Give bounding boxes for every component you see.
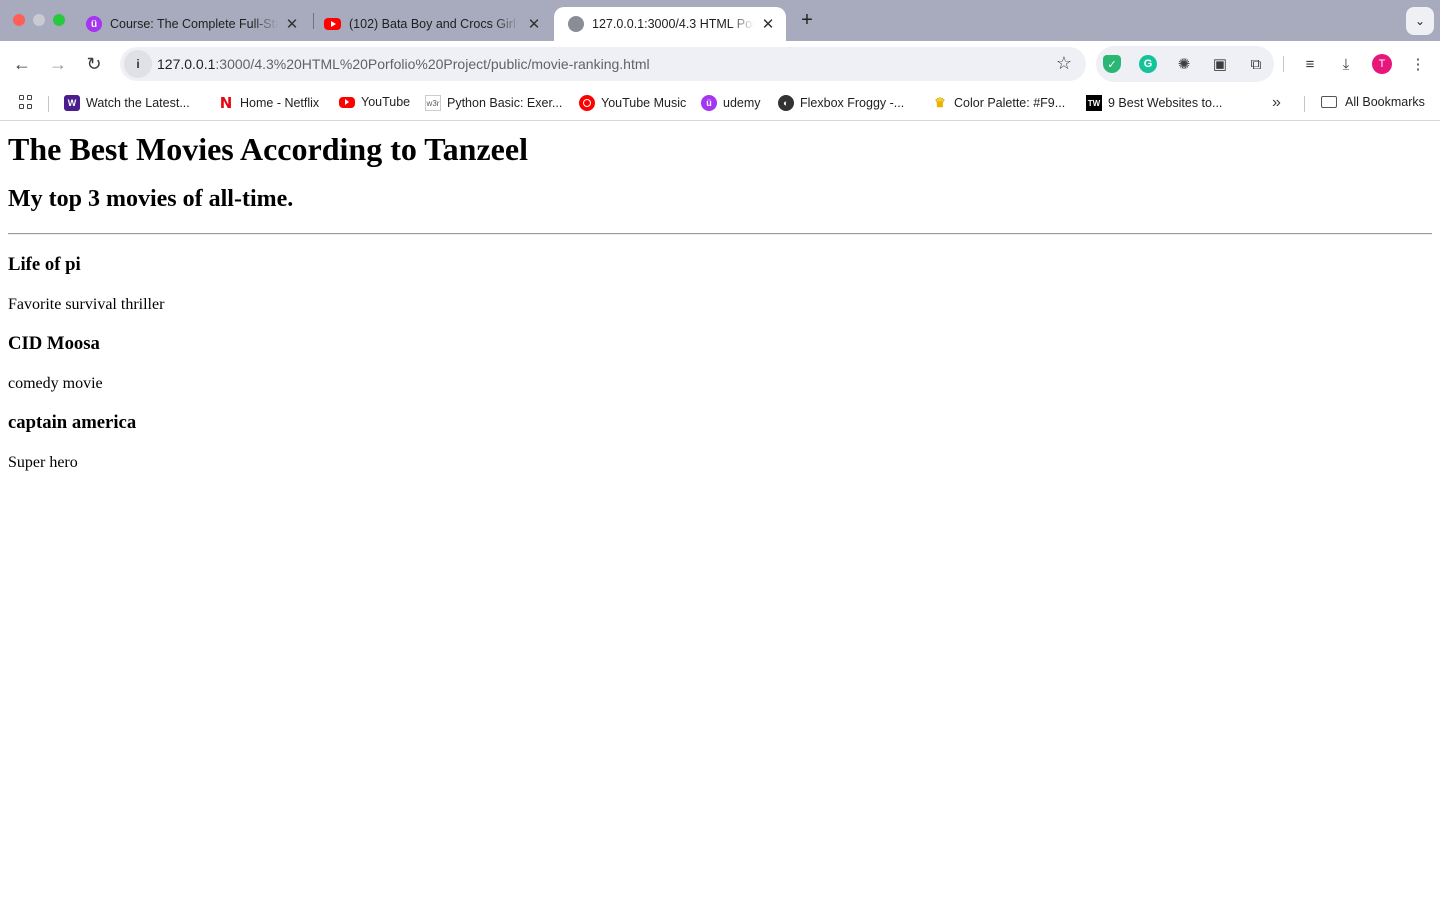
back-arrow-icon[interactable]: ← bbox=[9, 51, 35, 77]
bookmark-label: Watch the Latest... bbox=[86, 96, 190, 110]
tab-title: 127.0.0.1:3000/4.3 HTML Porfolio Project bbox=[592, 17, 754, 31]
froggy-icon: ◐ bbox=[778, 95, 794, 111]
bookmark-python-basic[interactable]: w3r Python Basic: Exer... bbox=[425, 95, 562, 111]
globe-icon bbox=[568, 16, 584, 32]
bookmark-label: Python Basic: Exer... bbox=[447, 96, 563, 110]
tw-icon: TW bbox=[1086, 95, 1102, 111]
movie-item: CID Moosa comedy movie bbox=[8, 333, 1432, 393]
media-control-icon[interactable]: ≡ bbox=[1299, 53, 1321, 75]
grammarly-icon[interactable]: G bbox=[1137, 53, 1159, 75]
bookmark-label: YouTube Music bbox=[601, 96, 687, 110]
tab-title: Course: The Complete Full-Stack Web Deve… bbox=[110, 17, 278, 31]
tab-strip: ü Course: The Complete Full-Stack Web De… bbox=[0, 0, 1440, 41]
window-minimize-button[interactable] bbox=[33, 14, 45, 26]
tab-youtube[interactable]: (102) Bata Boy and Crocs Girl ✕ bbox=[310, 7, 552, 41]
browser-toolbar: ← → ↻ i 127.0.0.1:3000/4.3%20HTML%20Porf… bbox=[0, 41, 1440, 86]
extensions-puzzle-icon[interactable]: ⧉ bbox=[1245, 53, 1267, 75]
page-subtitle: My top 3 movies of all-time. bbox=[8, 186, 294, 212]
bookmark-youtube-music[interactable]: YouTube Music bbox=[579, 95, 686, 111]
close-icon[interactable]: ✕ bbox=[760, 16, 776, 33]
movie-title: captain america bbox=[8, 412, 137, 433]
page-title: The Best Movies According to Tanzeel bbox=[8, 131, 528, 167]
apps-grid-icon[interactable] bbox=[18, 95, 38, 109]
bookmark-label: Flexbox Froggy -... bbox=[800, 96, 905, 110]
window-close-button[interactable] bbox=[13, 14, 25, 26]
movie-item: Life of pi Favorite survival thriller bbox=[8, 254, 1432, 314]
window-zoom-button[interactable] bbox=[53, 14, 65, 26]
close-icon[interactable]: ✕ bbox=[526, 16, 542, 33]
palette-icon: ♛ bbox=[934, 95, 946, 110]
forward-arrow-icon[interactable]: → bbox=[45, 51, 71, 77]
bookmark-netflix[interactable]: N Home - Netflix bbox=[218, 94, 320, 112]
youtube-icon bbox=[324, 18, 341, 30]
w3resource-icon: w3r bbox=[425, 95, 441, 111]
screenshot-extension-icon[interactable]: ▣ bbox=[1209, 53, 1231, 75]
address-bar[interactable]: i 127.0.0.1:3000/4.3%20HTML%20Porfolio%2… bbox=[120, 47, 1086, 81]
bookmark-label: Color Palette: #F9... bbox=[954, 96, 1066, 110]
bookmarks-bar: W Watch the Latest... N Home - Netflix Y… bbox=[0, 86, 1440, 121]
folder-icon bbox=[1321, 96, 1337, 108]
bookmark-9-best-websites[interactable]: TW 9 Best Websites to... bbox=[1086, 95, 1222, 111]
bookmark-flexbox-froggy[interactable]: ◐ Flexbox Froggy -... bbox=[778, 95, 904, 111]
apps-icon bbox=[18, 95, 32, 109]
bookmark-udemy[interactable]: ü udemy bbox=[701, 95, 761, 111]
movie-description: Favorite survival thriller bbox=[8, 296, 165, 313]
new-tab-plus-icon[interactable]: + bbox=[796, 9, 818, 31]
profile-avatar[interactable]: T bbox=[1372, 54, 1392, 74]
url-path: :3000/4.3%20HTML%20Porfolio%20Project/pu… bbox=[215, 56, 650, 72]
more-bookmarks-chevron-icon[interactable]: » bbox=[1272, 94, 1281, 112]
url-host: 127.0.0.1 bbox=[157, 56, 216, 72]
bookmark-label: Home - Netflix bbox=[240, 96, 320, 110]
tab-search-chevron-icon[interactable]: ⌄ bbox=[1406, 7, 1434, 35]
movie-description: Super hero bbox=[8, 454, 78, 471]
download-icon[interactable]: ⤓ bbox=[1335, 53, 1357, 75]
shield-extension-icon[interactable]: ✓ bbox=[1101, 53, 1123, 75]
section-divider bbox=[8, 233, 1432, 235]
toolbar-divider bbox=[1283, 56, 1284, 72]
url-text[interactable]: 127.0.0.1:3000/4.3%20HTML%20Porfolio%20P… bbox=[157, 56, 650, 72]
close-icon[interactable]: ✕ bbox=[284, 16, 300, 33]
bookmark-color-palette[interactable]: ♛ Color Palette: #F9... bbox=[932, 95, 1065, 111]
youtube-music-icon bbox=[579, 95, 595, 111]
movie-title: Life of pi bbox=[8, 254, 81, 275]
bookmark-youtube[interactable]: YouTube bbox=[339, 95, 410, 109]
bookmark-label: 9 Best Websites to... bbox=[1108, 96, 1223, 110]
page-content: The Best Movies According to Tanzeel My … bbox=[0, 122, 1440, 900]
bookmark-star-icon[interactable]: ☆ bbox=[1056, 53, 1072, 74]
site-info-icon[interactable]: i bbox=[124, 50, 152, 78]
bookmark-label: YouTube bbox=[361, 95, 411, 109]
movie-item: captain america Super hero bbox=[8, 412, 1432, 472]
udemy-icon: ü bbox=[86, 16, 102, 32]
tab-active-local[interactable]: 127.0.0.1:3000/4.3 HTML Porfolio Project… bbox=[554, 7, 786, 41]
udemy-icon: ü bbox=[701, 95, 717, 111]
tab-udemy-course[interactable]: ü Course: The Complete Full-Stack Web De… bbox=[72, 7, 310, 41]
netflix-icon: N bbox=[219, 94, 233, 112]
youtube-icon bbox=[339, 96, 355, 108]
tab-title: (102) Bata Boy and Crocs Girl bbox=[349, 17, 516, 31]
bug-extension-icon[interactable]: ✺ bbox=[1173, 53, 1195, 75]
menu-kebab-icon[interactable]: ⋮ bbox=[1407, 53, 1429, 75]
bookmarks-divider bbox=[48, 96, 49, 112]
all-bookmarks-button[interactable]: All Bookmarks bbox=[1321, 95, 1425, 109]
movie-title: CID Moosa bbox=[8, 333, 100, 354]
bookmarks-divider bbox=[1304, 96, 1305, 112]
watch-icon: W bbox=[64, 95, 80, 111]
bookmark-watch-latest[interactable]: W Watch the Latest... bbox=[64, 95, 190, 111]
bookmark-label: udemy bbox=[723, 96, 761, 110]
all-bookmarks-label: All Bookmarks bbox=[1345, 95, 1425, 109]
reload-icon[interactable]: ↻ bbox=[81, 51, 107, 77]
movie-description: comedy movie bbox=[8, 375, 103, 392]
